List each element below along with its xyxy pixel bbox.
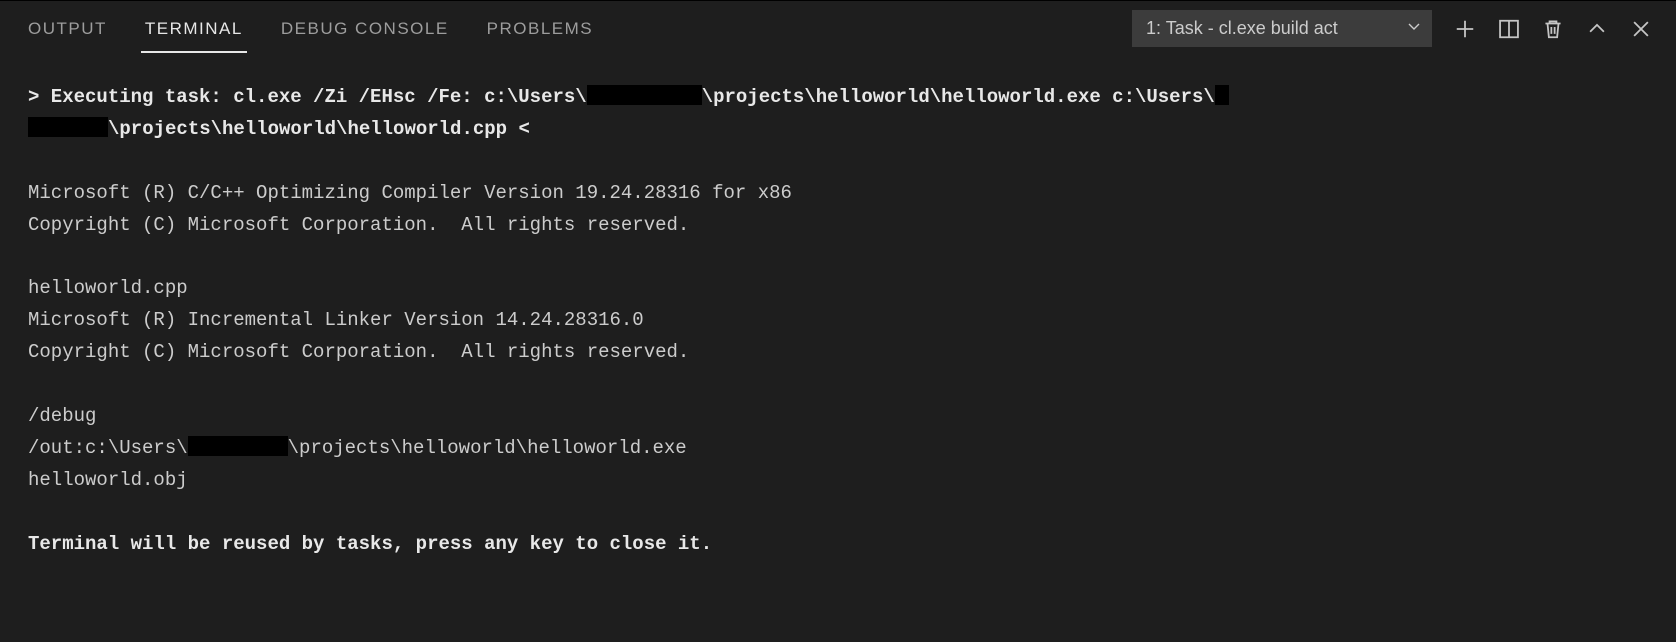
compiler-line: Microsoft (R) C/C++ Optimizing Compiler …	[28, 182, 792, 204]
panel-actions: 1: Task - cl.exe build act	[1132, 10, 1652, 47]
tab-problems[interactable]: PROBLEMS	[483, 5, 597, 53]
source-file-line: helloworld.cpp	[28, 277, 188, 299]
redacted-username: .	[28, 117, 108, 137]
exec-line-part2: \projects\helloworld\helloworld.exe c:\U…	[702, 86, 1215, 108]
out-line-prefix: /out:c:\Users\	[28, 437, 188, 459]
reuse-line: Terminal will be reused by tasks, press …	[28, 533, 712, 555]
redacted-username: .	[1215, 85, 1229, 105]
copyright-line: Copyright (C) Microsoft Corporation. All…	[28, 214, 689, 236]
copyright-line-2: Copyright (C) Microsoft Corporation. All…	[28, 341, 689, 363]
linker-line: Microsoft (R) Incremental Linker Version…	[28, 309, 644, 331]
obj-line: helloworld.obj	[28, 469, 188, 491]
exec-line-part3: \projects\helloworld\helloworld.cpp <	[108, 118, 530, 140]
split-terminal-button[interactable]	[1498, 18, 1520, 40]
exec-line-part1: > Executing task: cl.exe /Zi /EHsc /Fe: …	[28, 86, 587, 108]
terminal-panel: OUTPUT TERMINAL DEBUG CONSOLE PROBLEMS 1…	[0, 0, 1676, 642]
kill-terminal-button[interactable]	[1542, 18, 1564, 40]
redacted-username: .	[188, 436, 288, 456]
tab-output[interactable]: OUTPUT	[24, 5, 111, 53]
panel-header: OUTPUT TERMINAL DEBUG CONSOLE PROBLEMS 1…	[0, 0, 1676, 56]
terminal-selector-label: 1: Task - cl.exe build act	[1146, 18, 1338, 39]
redacted-username: .	[587, 85, 702, 105]
terminal-output[interactable]: > Executing task: cl.exe /Zi /EHsc /Fe: …	[0, 56, 1676, 642]
maximize-panel-button[interactable]	[1586, 18, 1608, 40]
tab-debug-console[interactable]: DEBUG CONSOLE	[277, 5, 453, 53]
terminal-selector-dropdown[interactable]: 1: Task - cl.exe build act	[1132, 10, 1432, 47]
new-terminal-button[interactable]	[1454, 18, 1476, 40]
debug-flag-line: /debug	[28, 405, 96, 427]
chevron-down-icon	[1406, 18, 1422, 39]
out-line-suffix: \projects\helloworld\helloworld.exe	[288, 437, 687, 459]
tab-terminal[interactable]: TERMINAL	[141, 5, 247, 53]
close-panel-button[interactable]	[1630, 18, 1652, 40]
panel-tabs: OUTPUT TERMINAL DEBUG CONSOLE PROBLEMS	[24, 5, 597, 53]
